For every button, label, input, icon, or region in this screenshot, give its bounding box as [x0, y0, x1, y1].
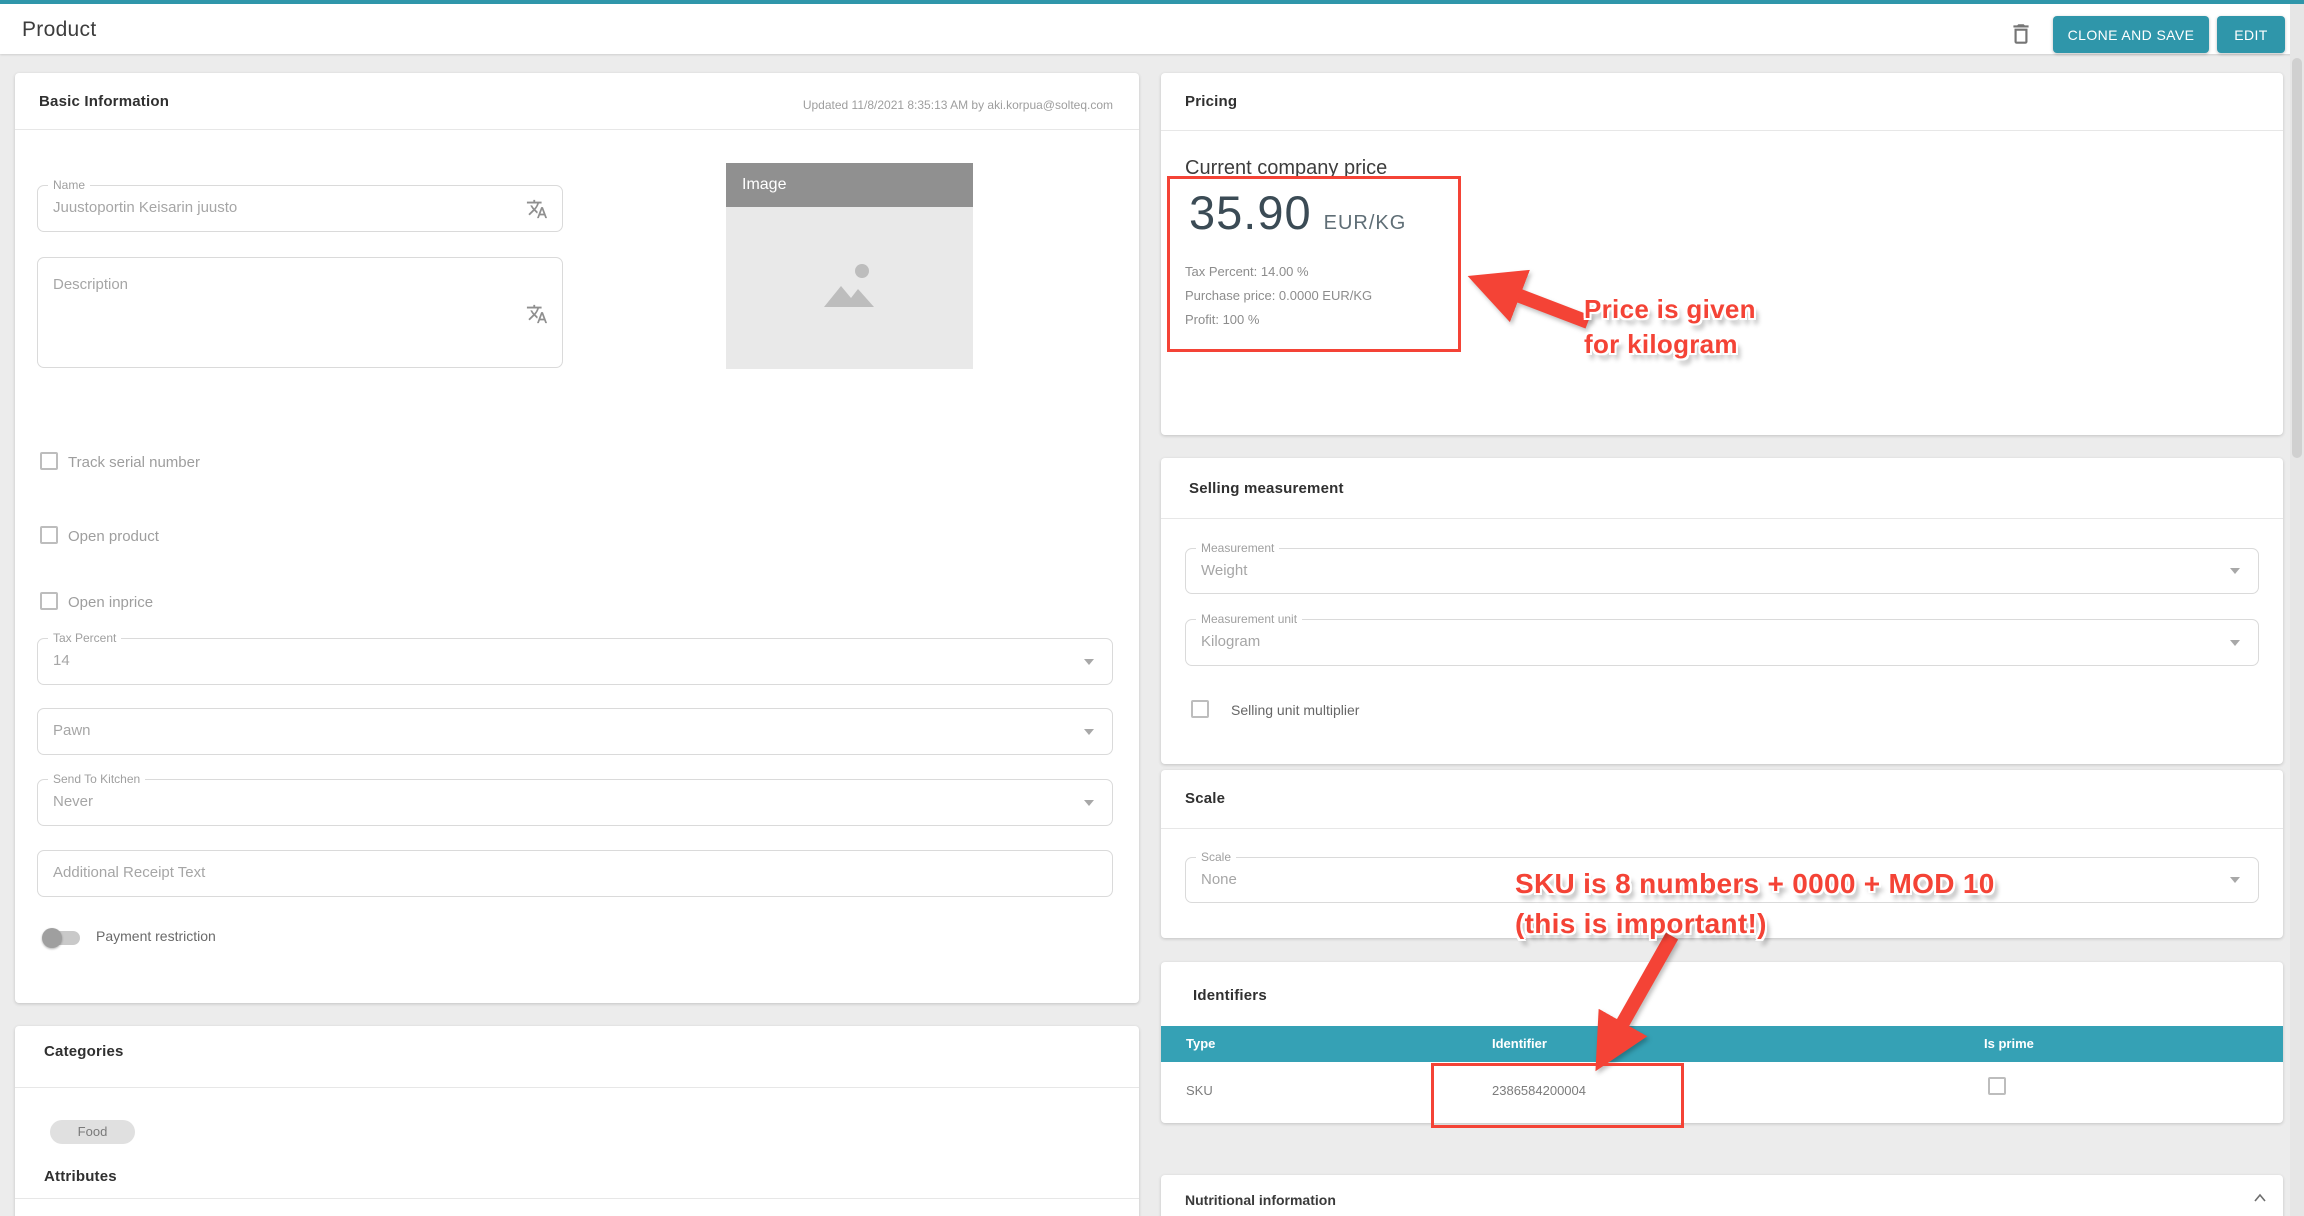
selling-unit-multiplier-label: Selling unit multiplier: [1231, 702, 1359, 718]
page-title: Product: [22, 18, 96, 42]
sku-note-line1: SKU is 8 numbers + 0000 + MOD 10: [1515, 864, 1995, 904]
measurement-unit-value: Kilogram: [1201, 633, 1260, 650]
additional-receipt-placeholder: Additional Receipt Text: [53, 864, 205, 881]
nutritional-information-card[interactable]: Nutritional information: [1161, 1175, 2283, 1216]
open-inprice-label: Open inprice: [68, 594, 153, 611]
track-serial-label: Track serial number: [68, 454, 200, 471]
name-field-label: Name: [48, 178, 90, 192]
image-label: Image: [726, 163, 973, 207]
sku-annotation-box: [1431, 1063, 1684, 1128]
selling-measurement-card: Selling measurement Measurement Weight M…: [1161, 458, 2283, 764]
measurement-select[interactable]: Measurement Weight: [1185, 548, 2259, 594]
price-annotation-box: [1167, 176, 1461, 352]
chevron-down-icon: [2230, 877, 2240, 883]
open-inprice-checkbox[interactable]: [40, 592, 58, 610]
basic-information-title: Basic Information: [39, 93, 169, 110]
measurement-unit-label: Measurement unit: [1196, 612, 1302, 626]
toggle-knob: [42, 928, 62, 948]
payment-restriction-toggle[interactable]: [44, 931, 80, 945]
vertical-scrollbar[interactable]: [2290, 4, 2304, 1216]
scale-title: Scale: [1185, 790, 1225, 807]
nutritional-information-title: Nutritional information: [1185, 1192, 1336, 1208]
price-note-line2: for kilogram: [1584, 327, 1756, 362]
identifiers-title: Identifiers: [1193, 987, 1267, 1004]
price-note-line1: Price is given: [1584, 292, 1756, 327]
clone-and-save-button[interactable]: CLONE AND SAVE: [2053, 16, 2209, 53]
sku-annotation-text: SKU is 8 numbers + 0000 + MOD 10 (this i…: [1515, 864, 1995, 944]
divider: [15, 129, 1139, 130]
col-is-prime: Is prime: [1984, 1036, 2034, 1051]
divider: [15, 1198, 1139, 1199]
scale-field-label: Scale: [1196, 850, 1236, 864]
image-body: [726, 207, 973, 369]
selling-unit-multiplier-checkbox[interactable]: [1191, 700, 1209, 718]
scrollbar-thumb[interactable]: [2292, 58, 2302, 458]
name-field-value: Juustoportin Keisarin juusto: [53, 199, 237, 216]
divider: [1161, 130, 2283, 131]
chevron-up-icon[interactable]: [2253, 1193, 2267, 1203]
edit-button[interactable]: EDIT: [2217, 16, 2285, 53]
identifier-type-cell: SKU: [1186, 1083, 1213, 1098]
send-to-kitchen-select[interactable]: Send To Kitchen Never: [37, 779, 1113, 826]
track-serial-checkbox[interactable]: [40, 452, 58, 470]
send-to-kitchen-value: Never: [53, 793, 93, 810]
send-to-kitchen-label: Send To Kitchen: [48, 772, 145, 786]
tax-percent-select[interactable]: Tax Percent 14: [37, 638, 1113, 685]
trash-icon: [2008, 21, 2034, 47]
pawn-placeholder: Pawn: [53, 722, 91, 739]
pawn-select[interactable]: Pawn: [37, 708, 1113, 755]
sku-note-line2: (this is important!): [1515, 904, 1995, 944]
divider: [15, 1087, 1139, 1088]
divider: [1161, 518, 2283, 519]
col-type: Type: [1186, 1036, 1215, 1051]
chevron-down-icon: [1084, 800, 1094, 806]
payment-restriction-label: Payment restriction: [96, 928, 216, 944]
chevron-down-icon: [1084, 729, 1094, 735]
open-product-checkbox[interactable]: [40, 526, 58, 544]
scale-field-value: None: [1201, 871, 1237, 888]
chevron-down-icon: [2230, 640, 2240, 646]
description-placeholder: Description: [53, 276, 128, 293]
selling-measurement-title: Selling measurement: [1189, 480, 1344, 497]
divider: [1161, 828, 2283, 829]
updated-timestamp: Updated 11/8/2021 8:35:13 AM by aki.korp…: [803, 98, 1113, 112]
basic-information-card: Basic Information Updated 11/8/2021 8:35…: [15, 73, 1139, 1003]
identifiers-table-header: Type Identifier Is prime: [1161, 1026, 2283, 1062]
page: Product CLONE AND SAVE EDIT Basic Inform…: [0, 0, 2304, 1216]
tax-percent-value: 14: [53, 652, 70, 669]
open-product-label: Open product: [68, 528, 159, 545]
pricing-title: Pricing: [1185, 93, 1237, 110]
chevron-down-icon: [2230, 568, 2240, 574]
description-field[interactable]: Description: [37, 257, 563, 368]
price-annotation-text: Price is given for kilogram: [1584, 292, 1756, 362]
additional-receipt-input[interactable]: Additional Receipt Text: [37, 850, 1113, 897]
attributes-title: Attributes: [44, 1168, 117, 1185]
image-icon: [814, 259, 884, 315]
is-prime-checkbox[interactable]: [1988, 1077, 2006, 1095]
measurement-unit-select[interactable]: Measurement unit Kilogram: [1185, 619, 2259, 666]
categories-title: Categories: [44, 1043, 124, 1060]
translate-icon[interactable]: [526, 198, 548, 220]
product-image-placeholder[interactable]: Image: [726, 163, 973, 369]
top-bar: Product CLONE AND SAVE EDIT: [0, 0, 2304, 54]
tax-percent-label: Tax Percent: [48, 631, 121, 645]
delete-button[interactable]: [2008, 21, 2034, 47]
chevron-down-icon: [1084, 659, 1094, 665]
name-field[interactable]: Name Juustoportin Keisarin juusto: [37, 185, 563, 232]
translate-icon[interactable]: [526, 303, 548, 325]
category-chip-food[interactable]: Food: [50, 1120, 135, 1144]
identifiers-card: Identifiers Type Identifier Is prime SKU…: [1161, 962, 2283, 1123]
measurement-value: Weight: [1201, 562, 1247, 579]
categories-card: Categories Food Attributes: [15, 1026, 1139, 1216]
measurement-label: Measurement: [1196, 541, 1279, 555]
col-identifier: Identifier: [1492, 1036, 1547, 1051]
